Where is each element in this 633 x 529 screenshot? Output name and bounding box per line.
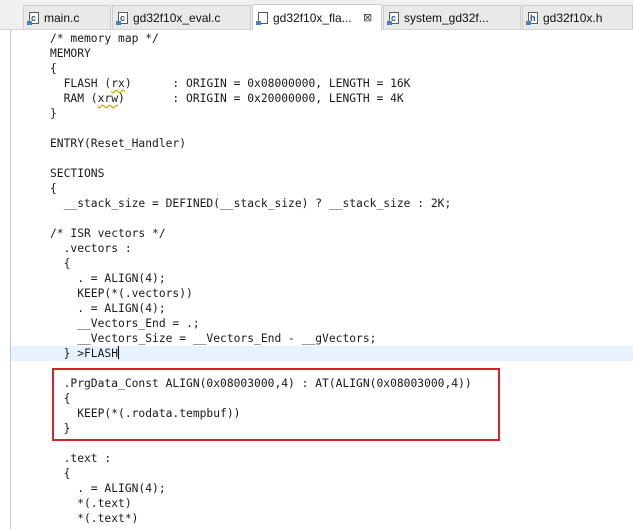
code-line: *(.text) [50, 497, 132, 510]
code-line: . = ALIGN(4); [50, 302, 166, 315]
tab-main-c[interactable]: c main.c [23, 5, 111, 29]
code-line: *(.text*) [50, 512, 139, 525]
code-line: { [50, 467, 71, 480]
code-line: RAM (xrw) : ORIGIN = 0x20000000, LENGTH … [50, 92, 404, 105]
code-line: } [50, 107, 57, 120]
code-line: __Vectors_Size = __Vectors_End - __gVect… [50, 332, 377, 345]
c-file-icon: c [116, 11, 128, 25]
editor-gutter [0, 30, 11, 529]
tab-label: gd32f10x_eval.c [133, 10, 221, 25]
close-icon[interactable]: ⊠ [363, 11, 372, 24]
code-line: . = ALIGN(4); [50, 272, 166, 285]
spellcheck-squiggle: xrw [97, 92, 119, 105]
code-line-text: } >FLASH [50, 347, 119, 360]
code-line: MEMORY [50, 47, 91, 60]
code-line: SECTIONS [50, 167, 105, 180]
code-line: __Vectors_End = .; [50, 317, 200, 330]
code-line: { [50, 257, 71, 270]
tab-gd32f10x-h[interactable]: h gd32f10x.h [522, 5, 633, 29]
code-line: /* memory map */ [50, 32, 159, 45]
tab-label: gd32f10x.h [543, 10, 603, 25]
tab-gd32f10x-flash-ld[interactable]: gd32f10x_fla... ⊠ [252, 4, 382, 30]
code-line: ENTRY(Reset_Handler) [50, 137, 187, 150]
c-file-icon: c [27, 11, 39, 25]
code-line: FLASH (rx) : ORIGIN = 0x08000000, LENGTH… [50, 77, 411, 90]
c-file-icon: c [387, 11, 399, 25]
code-line: { [50, 182, 57, 195]
code-line: KEEP(*(.vectors)) [50, 287, 193, 300]
linker-file-icon [256, 11, 268, 25]
code-line: { [50, 62, 57, 75]
annotation-highlight-box [52, 368, 500, 441]
tab-system-gd32f10x-c[interactable]: c system_gd32f... [383, 5, 521, 29]
tab-label: gd32f10x_fla... [273, 10, 352, 25]
tab-label: main.c [44, 10, 80, 25]
spellcheck-squiggle: rx [111, 77, 125, 90]
tab-label: system_gd32f... [404, 10, 489, 25]
code-line: __stack_size = DEFINED(__stack_size) ? _… [50, 197, 452, 210]
code-line: .text : [50, 452, 112, 465]
code-editor[interactable]: /* memory map */ MEMORY { FLASH (rx) : O… [11, 30, 633, 529]
tab-gd32f10x-eval-c[interactable]: c gd32f10x_eval.c [112, 5, 251, 29]
editor-tab-bar: c main.c c gd32f10x_eval.c gd32f10x_fla.… [0, 0, 633, 30]
text-caret [118, 346, 120, 359]
code-line: /* ISR vectors */ [50, 227, 166, 240]
header-file-icon: h [526, 11, 538, 25]
code-line-current: } >FLASH [11, 346, 633, 361]
code-line: . = ALIGN(4); [50, 482, 166, 495]
code-line: .vectors : [50, 242, 132, 255]
